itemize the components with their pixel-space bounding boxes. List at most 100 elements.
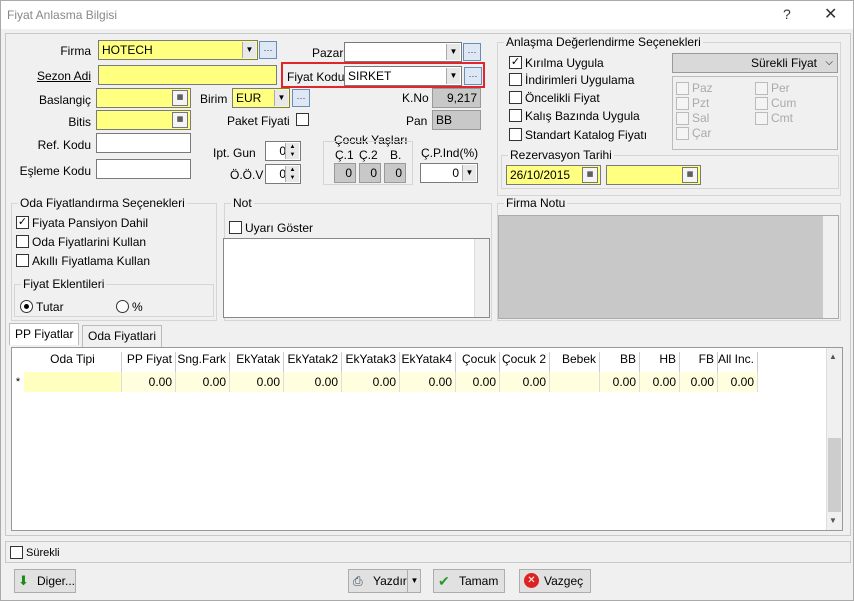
grid-scrollbar[interactable]: ▲ ▼ — [826, 348, 842, 530]
bitis-date[interactable]: ▦ — [96, 110, 191, 130]
oov-spinner[interactable]: 0 ▲ ▼ — [265, 164, 301, 184]
firmanotu-area[interactable] — [498, 215, 839, 319]
indirim-checkbox[interactable] — [509, 73, 522, 86]
rez-end-date[interactable]: ▦ — [606, 165, 701, 185]
column-header[interactable]: Sng.Fark — [176, 352, 230, 372]
eslemekodu-input[interactable] — [96, 159, 191, 179]
column-header[interactable]: All Inc. — [718, 352, 758, 372]
kalis-checkbox[interactable] — [509, 109, 522, 122]
column-header[interactable]: EkYatak3 — [342, 352, 400, 372]
day-checkbox[interactable] — [755, 82, 768, 95]
spinner-arrows-icon[interactable]: ▲ ▼ — [285, 143, 299, 159]
grid-cell[interactable]: 0.00 — [342, 372, 400, 392]
kirilma-checkbox[interactable]: ✓ — [509, 56, 522, 69]
day-checkbox[interactable] — [676, 97, 689, 110]
close-button[interactable]: ✕ — [824, 4, 837, 24]
birim-lookup-icon[interactable]: ⋯ — [292, 89, 310, 107]
calendar-icon[interactable]: ▦ — [172, 90, 188, 106]
column-header[interactable]: EkYatak4 — [400, 352, 456, 372]
grid-cell[interactable]: 0.00 — [600, 372, 640, 392]
chevron-down-icon[interactable]: ▼ — [446, 44, 460, 60]
day-checkbox[interactable] — [676, 127, 689, 140]
sezon-input[interactable] — [98, 65, 277, 85]
column-header[interactable]: EkYatak2 — [284, 352, 342, 372]
grid-cell[interactable]: 0.00 — [122, 372, 176, 392]
chevron-down-icon[interactable]: ▼ — [242, 42, 256, 58]
calendar-icon[interactable]: ▦ — [682, 167, 698, 183]
fiyatkodu-select[interactable]: SIRKET ▼ — [344, 66, 462, 86]
grid-cell[interactable]: 0.00 — [640, 372, 680, 392]
scroll-down-icon[interactable]: ▼ — [829, 516, 837, 525]
standart-checkbox[interactable] — [509, 128, 522, 141]
grid-cell[interactable]: 0.00 — [284, 372, 342, 392]
grid-cell[interactable]: 0.00 — [400, 372, 456, 392]
firma-lookup-icon[interactable]: ⋯ — [259, 41, 277, 59]
grid-cell[interactable] — [550, 372, 600, 392]
grid-cell[interactable]: 0.00 — [718, 372, 758, 392]
scroll-thumb[interactable] — [828, 438, 841, 512]
column-header[interactable]: Çocuk — [456, 352, 500, 372]
day-checkbox[interactable] — [676, 112, 689, 125]
grid-cell[interactable]: 0.00 — [680, 372, 718, 392]
akilli-checkbox[interactable] — [16, 254, 29, 267]
tutar-radio[interactable] — [20, 300, 33, 313]
scroll-up-icon[interactable]: ▲ — [829, 352, 837, 361]
baslangic-date[interactable]: ▦ — [96, 88, 191, 108]
yazdir-button[interactable]: ⎙ Yazdır ▼ — [348, 569, 421, 593]
day-checkbox[interactable] — [755, 97, 768, 110]
pp-fiyatlar-grid: Oda Tipi PP Fiyat Sng.Fark EkYatak EkYat… — [11, 347, 843, 531]
grid-cell[interactable]: 0.00 — [230, 372, 284, 392]
day-checkbox[interactable] — [755, 112, 768, 125]
scrollbar[interactable] — [474, 239, 489, 317]
column-header[interactable]: BB — [600, 352, 640, 372]
indirim-label: İndirimleri Uygulama — [525, 73, 635, 87]
cpind-select[interactable]: 0 ▼ — [420, 163, 478, 183]
vazgec-button[interactable]: ✕ Vazgeç — [519, 569, 591, 593]
scrollbar[interactable] — [823, 216, 838, 318]
yuzde-radio[interactable] — [116, 300, 129, 313]
column-header[interactable]: Oda Tipi — [24, 352, 122, 372]
tamam-button[interactable]: ✔ Tamam — [433, 569, 505, 593]
chevron-down-icon[interactable]: ▼ — [462, 165, 476, 181]
day-checkbox[interactable] — [676, 82, 689, 95]
help-button[interactable]: ? — [783, 6, 791, 22]
chevron-down-icon[interactable]: ▼ — [407, 570, 421, 592]
grid-cell[interactable]: 0.00 — [176, 372, 230, 392]
kno-value: 9,217 — [432, 88, 481, 108]
rez-start-date[interactable]: 26/10/2015 ▦ — [506, 165, 601, 185]
column-header[interactable]: Bebek — [550, 352, 600, 372]
pansiyon-checkbox[interactable]: ✓ — [16, 216, 29, 229]
column-header[interactable]: PP Fiyat — [122, 352, 176, 372]
column-header[interactable]: HB — [640, 352, 680, 372]
oda-kullan-checkbox[interactable] — [16, 235, 29, 248]
not-textarea[interactable] — [223, 238, 490, 318]
tab-pp-fiyatlar[interactable]: PP Fiyatlar — [9, 323, 80, 345]
grid-cell[interactable] — [24, 372, 122, 392]
uyari-checkbox[interactable] — [229, 221, 242, 234]
pazar-lookup-icon[interactable]: ⋯ — [463, 43, 481, 61]
refkodu-input[interactable] — [96, 133, 191, 153]
surekli-checkbox[interactable] — [10, 546, 23, 559]
tab-oda-fiyatlari[interactable]: Oda Fiyatlari — [82, 325, 163, 347]
grid-cell[interactable]: 0.00 — [456, 372, 500, 392]
grid-cell[interactable]: 0.00 — [500, 372, 550, 392]
fiyatkodu-lookup-icon[interactable]: ⋯ — [464, 67, 482, 85]
oncelikli-checkbox[interactable] — [509, 91, 522, 104]
column-header[interactable]: FB — [680, 352, 718, 372]
mode-select[interactable]: Sürekli Fiyat ⌵ — [672, 53, 838, 73]
firma-select[interactable]: HOTECH ▼ — [98, 40, 258, 60]
firma-label: Firma — [60, 44, 91, 58]
iptgun-spinner[interactable]: 0 ▲ ▼ — [265, 141, 301, 161]
day-label: Çar — [692, 126, 712, 140]
pazar-select[interactable]: ▼ — [344, 42, 462, 62]
diger-button[interactable]: ⬇ Diger... — [14, 569, 76, 593]
paket-checkbox[interactable] — [296, 113, 309, 126]
calendar-icon[interactable]: ▦ — [582, 167, 598, 183]
column-header[interactable]: EkYatak — [230, 352, 284, 372]
birim-select[interactable]: EUR ▼ — [232, 88, 290, 108]
calendar-icon[interactable]: ▦ — [172, 112, 188, 128]
chevron-down-icon[interactable]: ▼ — [274, 90, 288, 106]
column-header[interactable]: Çocuk 2 — [500, 352, 550, 372]
spinner-arrows-icon[interactable]: ▲ ▼ — [285, 166, 299, 182]
chevron-down-icon[interactable]: ▼ — [446, 68, 460, 84]
